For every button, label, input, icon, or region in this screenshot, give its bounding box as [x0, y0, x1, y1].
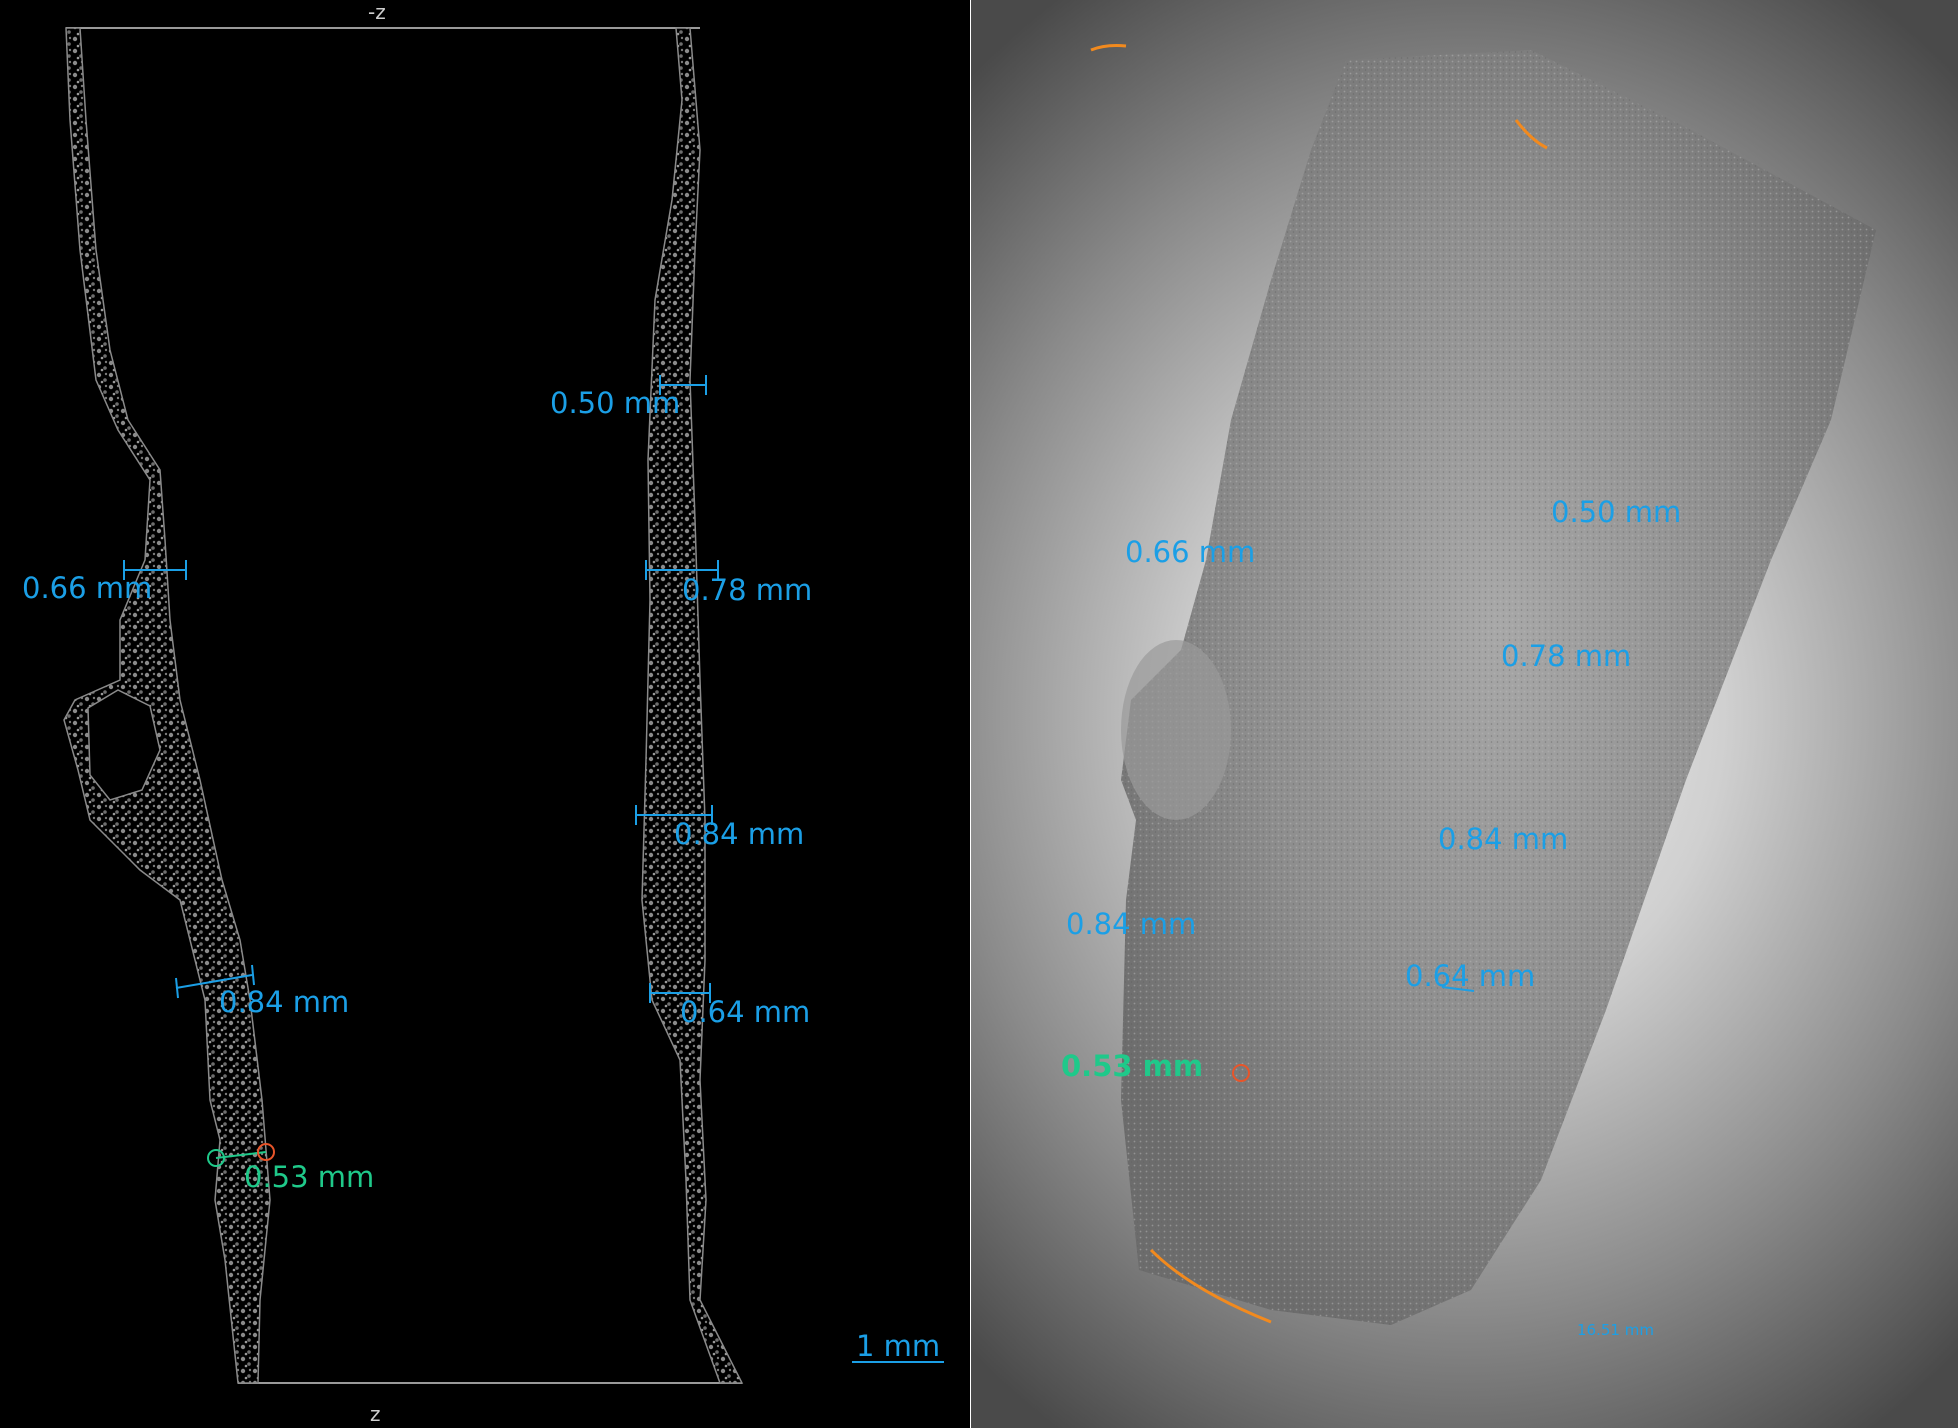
measurement-label[interactable]: 0.66 mm [1125, 538, 1255, 567]
measurement-label[interactable]: 0.66 mm [22, 574, 152, 603]
measurement-label[interactable]: 0.84 mm [219, 988, 349, 1017]
right-wall-tissue [641, 27, 744, 1384]
measurement-label[interactable]: 0.78 mm [1501, 642, 1631, 671]
volume-render-svg [1090, 44, 1876, 1325]
measurement-label[interactable]: 0.84 mm [1438, 825, 1568, 854]
cross-section-svg [63, 27, 944, 1384]
cross-section-view[interactable]: -z z 0.50 mm 0.66 mm 0.78 mm 0.84 mm 0.8… [0, 0, 970, 1428]
cut-plane-arc-top-left [1090, 44, 1127, 52]
volume-render-view[interactable]: 0.66 mm 0.50 mm 0.78 mm 0.84 mm 0.84 mm … [971, 0, 1958, 1428]
axis-label-top: -z [368, 0, 386, 24]
axis-label-bottom: z [370, 1402, 381, 1426]
scale-readout: 16.51 mm [1577, 1321, 1654, 1339]
measurement-label[interactable]: 0.84 mm [674, 820, 804, 849]
tube-texture [1121, 50, 1876, 1325]
measurement-label[interactable]: 0.64 mm [680, 998, 810, 1027]
measurement-label[interactable]: 0.84 mm [1066, 910, 1196, 939]
tube-bulge [1121, 640, 1231, 820]
measurement-label[interactable]: 0.64 mm [1405, 962, 1535, 991]
scale-bar-label: 1 mm [856, 1329, 941, 1363]
selected-measurement-label[interactable]: 0.53 mm [244, 1163, 374, 1192]
selected-measurement-label[interactable]: 0.53 mm [1061, 1052, 1203, 1081]
measurement-label[interactable]: 0.78 mm [682, 576, 812, 605]
measurement-label[interactable]: 0.50 mm [550, 389, 680, 418]
measurement-label[interactable]: 0.50 mm [1551, 498, 1681, 527]
